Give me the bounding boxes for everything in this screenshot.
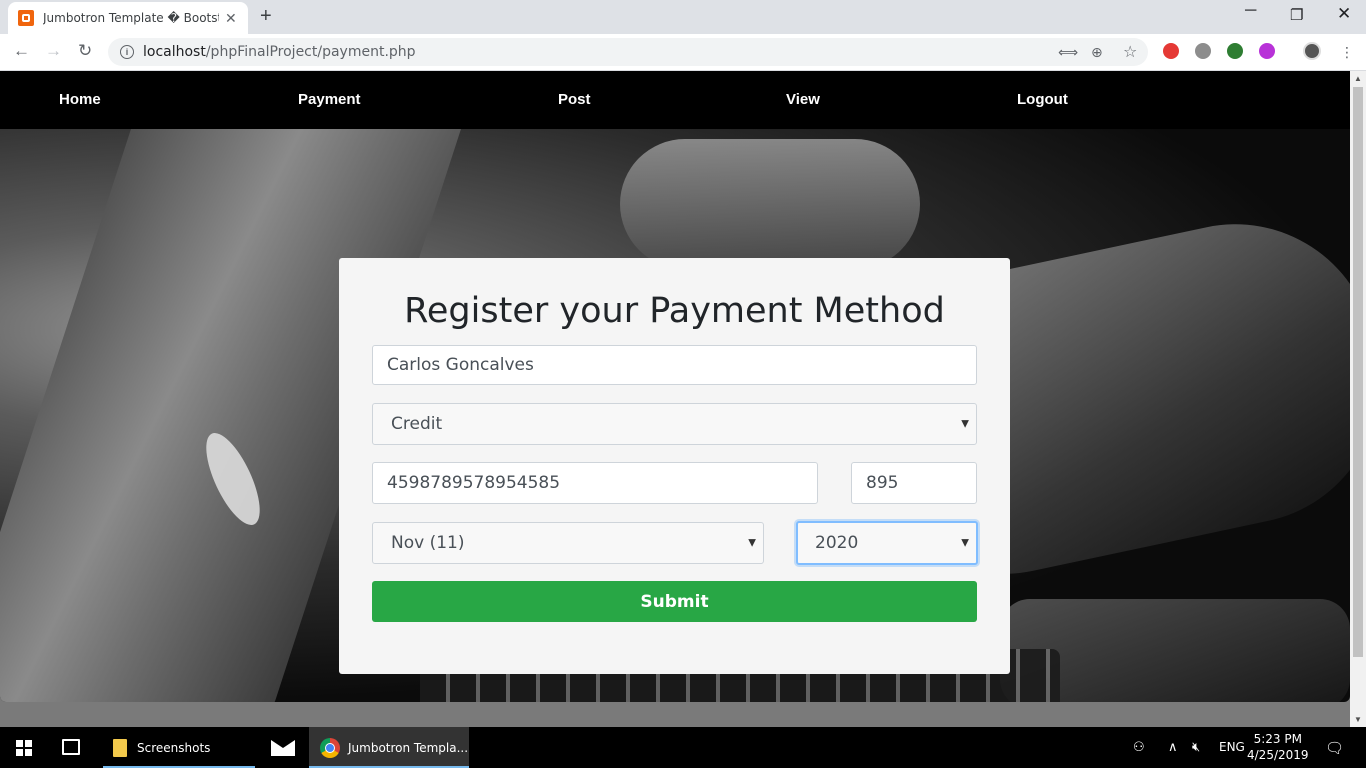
card-type-select[interactable]: Credit ▼: [372, 403, 977, 445]
expiry-year-selected: 2020: [815, 533, 859, 553]
bug-extension-icon[interactable]: [1195, 43, 1211, 59]
taskbar-app-screenshots[interactable]: Screenshots: [103, 727, 255, 768]
volume-muted-icon[interactable]: 🔇︎: [1192, 739, 1200, 755]
xampp-favicon-icon: [18, 10, 34, 26]
browser-toolbar: ← → ↻ i localhost/phpFinalProject/paymen…: [0, 34, 1366, 71]
page-title: Register your Payment Method: [404, 291, 945, 331]
mail-icon: [271, 739, 295, 756]
nav-view-link[interactable]: View: [786, 91, 820, 108]
chevron-down-icon: ▼: [961, 418, 969, 430]
folder-icon: [113, 738, 127, 757]
clock-time: 5:23 PM: [1253, 732, 1302, 746]
tab-close-icon[interactable]: ✕: [225, 10, 237, 27]
expiry-month-selected: Nov (11): [391, 533, 465, 553]
forward-arrow-icon[interactable]: →: [45, 41, 62, 61]
tab-title: Jumbotron Template � Bootstra: [43, 11, 219, 25]
page-scrollbar[interactable]: ▲ ▼: [1350, 71, 1366, 727]
nav-post-link[interactable]: Post: [558, 91, 591, 108]
show-hidden-icons-chevron-icon[interactable]: ∧: [1168, 739, 1178, 755]
card-number-value: 4598789578954585: [387, 473, 561, 493]
windows-taskbar: Screenshots Jumbotron Templa... ⚇ ∧ 🔇︎ E…: [0, 727, 1366, 768]
nav-logout-link[interactable]: Logout: [1017, 91, 1068, 108]
language-indicator[interactable]: ENG: [1219, 740, 1245, 754]
page-viewport: Home Payment Post View Logout Register y…: [0, 71, 1350, 727]
minimize-window-button[interactable]: ─: [1245, 2, 1256, 20]
hero-image-hand: [620, 139, 920, 269]
hero-background-image: Register your Payment Method Carlos Gonc…: [0, 129, 1350, 702]
bookmark-star-icon[interactable]: ☆: [1123, 42, 1137, 62]
submit-button[interactable]: Submit: [372, 581, 977, 622]
purple-extension-icon[interactable]: [1259, 43, 1275, 59]
opera-extension-icon[interactable]: [1163, 43, 1179, 59]
card-type-selected: Credit: [391, 414, 443, 434]
name-input[interactable]: Carlos Goncalves: [372, 345, 977, 385]
windows-start-icon[interactable]: [16, 740, 32, 756]
chevron-down-icon: ▼: [961, 537, 969, 549]
nav-payment-link[interactable]: Payment: [298, 91, 361, 108]
scroll-up-arrow-icon[interactable]: ▲: [1354, 74, 1362, 83]
taskbar-app-label: Jumbotron Templa...: [348, 740, 469, 755]
html-extension-icon[interactable]: [1227, 43, 1243, 59]
chevron-down-icon: ▼: [748, 537, 756, 549]
scroll-down-arrow-icon[interactable]: ▼: [1354, 715, 1362, 724]
taskbar-app-chrome[interactable]: Jumbotron Templa...: [309, 727, 469, 768]
clock-date: 4/25/2019: [1247, 748, 1309, 762]
taskbar-app-label: Screenshots: [137, 740, 211, 755]
translate-icon[interactable]: ⟺: [1058, 44, 1078, 61]
browser-tab[interactable]: Jumbotron Template � Bootstra ✕: [8, 2, 248, 34]
expiry-year-select[interactable]: 2020 ▼: [796, 521, 978, 565]
url-path: /phpFinalProject/payment.php: [205, 44, 416, 60]
page-footer-area: [0, 702, 1350, 727]
taskbar-clock[interactable]: 5:23 PM 4/25/2019: [1247, 731, 1309, 763]
people-icon[interactable]: ⚇: [1133, 739, 1145, 755]
profile-avatar[interactable]: [1303, 42, 1321, 60]
close-window-button[interactable]: ✕: [1337, 4, 1351, 24]
browser-tabstrip: Jumbotron Template � Bootstra ✕ + ─ ❐ ✕: [0, 0, 1366, 34]
task-view-icon[interactable]: [62, 739, 80, 755]
zoom-icon[interactable]: ⊕: [1091, 44, 1103, 61]
url-host: localhost: [143, 44, 206, 60]
chrome-menu-icon[interactable]: ⋮: [1340, 44, 1354, 61]
address-bar[interactable]: i localhost/phpFinalProject/payment.php …: [108, 38, 1148, 66]
scrollbar-thumb[interactable]: [1353, 87, 1363, 657]
payment-form-card: Register your Payment Method Carlos Gonc…: [339, 258, 1010, 674]
reload-icon[interactable]: ↻: [78, 41, 92, 61]
restore-window-button[interactable]: ❐: [1290, 6, 1303, 24]
nav-home-link[interactable]: Home: [59, 91, 101, 108]
site-navbar: Home Payment Post View Logout: [0, 71, 1350, 129]
cvv-value: 895: [866, 473, 899, 493]
notifications-icon[interactable]: 🗨︎: [1325, 739, 1344, 757]
site-info-icon[interactable]: i: [120, 45, 134, 59]
cvv-input[interactable]: 895: [851, 462, 977, 504]
chrome-icon: [320, 737, 340, 758]
new-tab-button[interactable]: +: [260, 6, 272, 26]
back-arrow-icon[interactable]: ←: [13, 41, 30, 61]
taskbar-app-mail[interactable]: [259, 727, 307, 768]
name-input-value: Carlos Goncalves: [387, 355, 534, 375]
expiry-month-select[interactable]: Nov (11) ▼: [372, 522, 764, 564]
card-number-input[interactable]: 4598789578954585: [372, 462, 818, 504]
